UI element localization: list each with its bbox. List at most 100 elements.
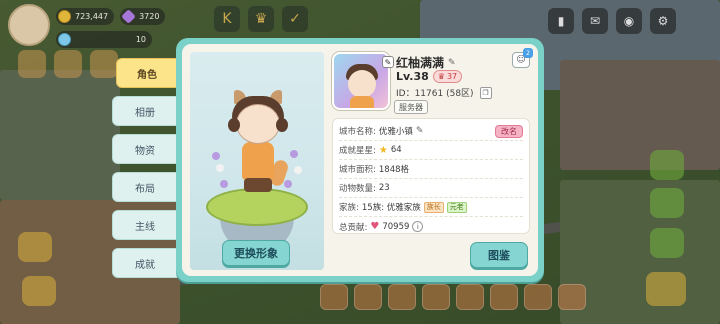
island-grass [206, 188, 308, 226]
stars-label: 成就星星: [339, 146, 376, 156]
toolbar-slot[interactable] [320, 284, 348, 310]
contribution-row: 总贡献: ♥ 70959 i [339, 217, 523, 236]
flower [220, 180, 228, 188]
tab-achievements[interactable]: 成就 [112, 248, 178, 278]
leader-tag: 族长 [423, 201, 444, 213]
edit-city-pencil-icon[interactable]: ✎ [416, 126, 424, 136]
stars-row: 成就星星: ★ 64 [339, 141, 523, 160]
edit-avatar-icon[interactable]: ✎ [382, 56, 394, 68]
rename-button[interactable]: 改名 [495, 124, 523, 138]
contribution-label: 总贡献: [339, 222, 368, 233]
bottom-toolbar [320, 284, 586, 310]
animals-row: 动物数量: 23 [339, 179, 523, 198]
character-head [236, 104, 280, 144]
friend-badge: 2 [523, 48, 533, 58]
copy-id-icon[interactable]: ❐ [479, 86, 492, 99]
gem-icon [121, 9, 136, 24]
edit-name-pencil-icon[interactable]: ✎ [448, 58, 456, 68]
city-name-label: 城市名称: [339, 127, 376, 137]
gem-amount: 3720 [139, 12, 160, 21]
stars-value: 64 [390, 145, 402, 155]
tab-album[interactable]: 相册 [112, 96, 178, 126]
area-value: 1848格 [378, 165, 410, 175]
character-body [242, 142, 274, 180]
character-pigtail [228, 118, 240, 132]
energy-amount: 10 [135, 35, 146, 44]
city-name-value: 优雅小镇 [378, 127, 413, 137]
city-name-row: 城市名称: 优雅小镇 ✎ 改名 [339, 122, 523, 141]
toolbar-slot[interactable] [490, 284, 518, 310]
character-pigtail [276, 118, 288, 132]
flower [294, 166, 302, 174]
settings-gear-icon[interactable]: ⚙ [650, 8, 676, 34]
toolbar-slot[interactable] [456, 284, 484, 310]
family-row: 家族: 15族: 优雅家族 族长 元老 [339, 198, 523, 217]
toolbar-slot[interactable] [524, 284, 552, 310]
character-preview: 更换形象 [190, 52, 324, 270]
toolbar-slot[interactable] [354, 284, 382, 310]
animals-value: 23 [378, 183, 390, 193]
vip-badge[interactable]: ♛ 37 [432, 70, 463, 83]
player-hud: 723,447 3720 10 [8, 4, 166, 48]
elder-tag: 元老 [446, 201, 467, 213]
camera-icon[interactable]: ◉ [616, 8, 642, 34]
add-friend-button[interactable]: ☺ 2 [512, 48, 533, 68]
flower [216, 164, 224, 172]
character-legs [244, 178, 272, 192]
tab-main-quest[interactable]: 主线 [112, 210, 178, 240]
quest-icon[interactable]: ✓ [282, 6, 308, 32]
side-menu-button[interactable] [22, 276, 56, 306]
tab-character[interactable]: 角色 [116, 58, 178, 88]
animals-label: 动物数量: [339, 184, 376, 194]
side-right-button[interactable] [650, 228, 684, 258]
event-k-icon[interactable]: K [214, 6, 240, 32]
flower [212, 152, 220, 160]
profile-tabs: 角色 相册 物资 布局 主线 成就 [112, 58, 178, 278]
energy-icon [58, 33, 71, 46]
star-icon: ★ [378, 144, 388, 156]
area-row: 城市面积: 1848格 [339, 160, 523, 179]
hud-avatar[interactable] [8, 4, 50, 46]
player-name: 红柚满满 [396, 56, 445, 70]
flower [284, 180, 292, 188]
level-row: Lv.38 ♛ 37 [396, 70, 463, 83]
toolbar-slot[interactable] [388, 284, 416, 310]
left-quick-icons [18, 50, 118, 78]
quick-icon[interactable] [54, 50, 82, 78]
change-appearance-button[interactable]: 更换形象 [222, 240, 290, 266]
event-icons: K ♛ ✓ [214, 6, 308, 32]
vip-crown-icon: ♛ [437, 72, 445, 81]
quick-icon[interactable] [18, 50, 46, 78]
coin-counter[interactable]: 723,447 [56, 8, 115, 25]
coin-icon [58, 10, 71, 23]
profile-avatar[interactable]: ✎ [332, 52, 394, 110]
side-shop-button[interactable] [18, 232, 52, 262]
player-id-row: ID：11761 (58区) ❐ [396, 86, 492, 99]
energy-counter[interactable]: 10 [56, 31, 152, 48]
heart-icon: ♥ [370, 221, 380, 232]
server-button[interactable]: 服务器 [394, 100, 428, 114]
flower [290, 150, 298, 158]
toolbar-slot[interactable] [558, 284, 586, 310]
gem-counter[interactable]: 3720 [120, 8, 166, 25]
side-right-button[interactable] [650, 188, 684, 218]
area-label: 城市面积: [339, 165, 376, 175]
tab-layout[interactable]: 布局 [112, 172, 178, 202]
toolbar-slot[interactable] [422, 284, 450, 310]
tab-supplies[interactable]: 物资 [112, 134, 178, 164]
illustrated-guide-button[interactable]: 图鉴 [470, 242, 528, 268]
player-name-row: 红柚满满 ✎ [396, 54, 456, 71]
family-label: 家族: [339, 203, 359, 213]
mail-icon[interactable]: ✉ [582, 8, 608, 34]
city-info-card: 城市名称: 优雅小镇 ✎ 改名 成就星星: ★ 64 城市面积: 1848格 动… [332, 118, 530, 234]
vip-level: 37 [446, 72, 458, 81]
trophy-icon[interactable]: ♛ [248, 6, 274, 32]
side-build-button[interactable] [646, 272, 686, 306]
info-icon[interactable]: i [412, 221, 424, 232]
family-value: 15族: 优雅家族 [361, 203, 421, 213]
side-right-button[interactable] [650, 150, 684, 180]
avatar-shirt [350, 96, 374, 108]
contribution-value: 70959 [382, 221, 410, 232]
phone-icon[interactable]: ▮ [548, 8, 574, 34]
avatar-face [348, 70, 376, 98]
